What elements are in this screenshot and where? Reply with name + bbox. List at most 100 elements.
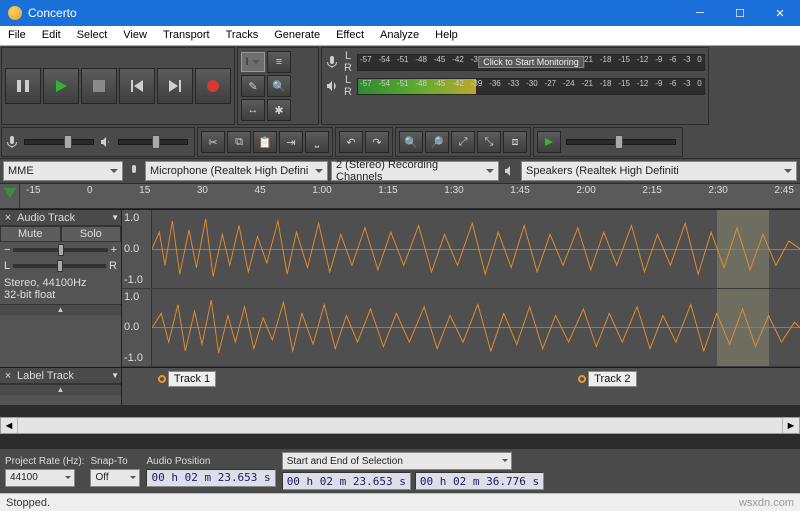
output-device-select[interactable]: Speakers (Realtek High Definiti xyxy=(521,161,797,181)
rec-meter-l-icon: LR xyxy=(340,50,356,74)
mute-button[interactable]: Mute xyxy=(0,226,61,242)
label-pin-icon[interactable] xyxy=(156,370,168,388)
audio-host-select[interactable]: MME xyxy=(3,161,123,181)
audio-position-field[interactable]: 00 h 02 m 23.653 s xyxy=(146,469,275,487)
menu-bar: File Edit Select View Transport Tracks G… xyxy=(0,26,800,46)
menu-select[interactable]: Select xyxy=(69,26,116,45)
menu-help[interactable]: Help xyxy=(427,26,466,45)
menu-transport[interactable]: Transport xyxy=(155,26,218,45)
audio-channel-left[interactable]: 1.00.0-1.0 xyxy=(122,210,800,289)
playback-speed-slider[interactable] xyxy=(566,139,676,145)
scroll-trough[interactable] xyxy=(18,418,782,433)
pinned-play-head-icon[interactable] xyxy=(0,184,20,208)
toolbar-row-1: I ≡ ✎ 🔍 ↔ ✱ LR -57-54-51-48-45-42-39-36-… xyxy=(0,46,800,126)
menu-edit[interactable]: Edit xyxy=(34,26,69,45)
label-text[interactable]: Track 2 xyxy=(588,371,636,387)
horizontal-scrollbar[interactable]: ◄ ► xyxy=(0,417,800,434)
input-device-select[interactable]: Microphone (Realtek High Defini xyxy=(145,161,328,181)
app-icon xyxy=(8,6,22,20)
envelope-tool-icon[interactable]: ≡ xyxy=(267,51,291,73)
draw-tool-icon[interactable]: ✎ xyxy=(241,75,265,97)
label-track-menu-icon[interactable]: ▼ xyxy=(111,371,119,380)
audio-track-body[interactable]: 1.00.0-1.0 1.00.0-1.0 xyxy=(122,210,800,367)
mixer-toolbar xyxy=(1,127,195,157)
timeshift-tool-icon[interactable]: ↔ xyxy=(241,99,265,121)
label-track-collapse-icon[interactable]: ▲ xyxy=(0,384,121,395)
play-at-speed-button[interactable] xyxy=(537,131,561,153)
play-button[interactable] xyxy=(43,68,79,104)
playback-volume-slider[interactable] xyxy=(118,139,188,145)
menu-tracks[interactable]: Tracks xyxy=(218,26,267,45)
stop-button[interactable] xyxy=(81,68,117,104)
scroll-right-icon[interactable]: ► xyxy=(782,418,799,433)
timeline-ruler[interactable]: -1501530451:001:151:301:452:002:152:302:… xyxy=(0,183,800,209)
label-track-body[interactable]: Track 1 Track 2 xyxy=(122,368,800,405)
menu-view[interactable]: View xyxy=(115,26,155,45)
selection-tool-icon[interactable]: I xyxy=(241,52,265,72)
gain-slider[interactable] xyxy=(13,248,107,252)
selection-start-field[interactable]: 00 h 02 m 23.653 s xyxy=(282,472,411,490)
track-collapse-icon[interactable]: ▲ xyxy=(0,304,121,315)
zoom-tool-icon[interactable]: 🔍 xyxy=(267,75,291,97)
label-item[interactable]: Track 2 xyxy=(576,370,636,388)
speaker-meter-icon xyxy=(324,79,340,93)
audio-track-name[interactable]: Audio Track xyxy=(14,212,111,224)
undo-toolbar: ↶ ↷ xyxy=(335,127,393,157)
close-button[interactable]: ✕ xyxy=(760,0,800,26)
waveform-left[interactable] xyxy=(152,210,800,288)
menu-analyze[interactable]: Analyze xyxy=(372,26,427,45)
paste-icon[interactable]: 📋 xyxy=(253,131,277,153)
selection-mode-select[interactable]: Start and End of Selection xyxy=(282,452,512,470)
cut-icon[interactable]: ✂ xyxy=(201,131,225,153)
multi-tool-icon[interactable]: ✱ xyxy=(267,99,291,121)
label-track: × Label Track ▼ ▲ Track 1 Track 2 xyxy=(0,367,800,405)
zoom-out-icon[interactable]: 🔎 xyxy=(425,131,449,153)
snap-to-label: Snap-To xyxy=(90,456,140,467)
zoom-toggle-icon[interactable]: ⧈ xyxy=(503,131,527,153)
label-track-name[interactable]: Label Track xyxy=(14,370,111,382)
playback-meter[interactable]: -57-54-51-48-45-42-39-36-33-30-27-24-21-… xyxy=(357,78,705,95)
label-track-close-icon[interactable]: × xyxy=(2,370,14,382)
zoom-toolbar: 🔍 🔎 ⤢ ⤡ ⧈ xyxy=(395,127,531,157)
copy-icon[interactable]: ⧉ xyxy=(227,131,251,153)
solo-button[interactable]: Solo xyxy=(61,226,122,242)
track-menu-icon[interactable]: ▼ xyxy=(111,213,119,222)
input-device-icon xyxy=(126,164,142,178)
label-text[interactable]: Track 1 xyxy=(168,371,216,387)
pan-slider[interactable] xyxy=(13,264,106,268)
skip-start-button[interactable] xyxy=(119,68,155,104)
menu-file[interactable]: File xyxy=(0,26,34,45)
track-close-icon[interactable]: × xyxy=(2,212,14,224)
label-item[interactable]: Track 1 xyxy=(156,370,216,388)
minimize-button[interactable]: ─ xyxy=(680,0,720,26)
zoom-in-icon[interactable]: 🔍 xyxy=(399,131,423,153)
recording-volume-slider[interactable] xyxy=(24,139,94,145)
transport-toolbar xyxy=(1,47,235,125)
trim-icon[interactable]: ⇥ xyxy=(279,131,303,153)
waveform-right[interactable] xyxy=(152,289,800,367)
recording-meter[interactable]: -57-54-51-48-45-42-39-36-33-30-27-24-21-… xyxy=(357,54,705,71)
redo-icon[interactable]: ↷ xyxy=(365,131,389,153)
scroll-left-icon[interactable]: ◄ xyxy=(1,418,18,433)
silence-icon[interactable]: ⎵ xyxy=(305,131,329,153)
snap-to-select[interactable]: Off xyxy=(90,469,140,487)
gain-minus-icon: − xyxy=(4,244,10,256)
record-button[interactable] xyxy=(195,68,231,104)
project-rate-select[interactable]: 44100 xyxy=(5,469,75,487)
maximize-button[interactable]: ☐ xyxy=(720,0,760,26)
track-area: × Audio Track ▼ Mute Solo − + L R Stereo… xyxy=(0,209,800,448)
label-pin-icon[interactable] xyxy=(576,370,588,388)
menu-generate[interactable]: Generate xyxy=(266,26,328,45)
audio-channel-right[interactable]: 1.00.0-1.0 xyxy=(122,289,800,368)
edit-toolbar: ✂ ⧉ 📋 ⇥ ⎵ xyxy=(197,127,333,157)
audio-track-panel: × Audio Track ▼ Mute Solo − + L R Stereo… xyxy=(0,210,122,367)
skip-end-button[interactable] xyxy=(157,68,193,104)
undo-icon[interactable]: ↶ xyxy=(339,131,363,153)
channels-select[interactable]: 2 (Stereo) Recording Channels xyxy=(331,161,499,181)
selection-end-field[interactable]: 00 h 02 m 36.776 s xyxy=(415,472,544,490)
fit-selection-icon[interactable]: ⤢ xyxy=(451,131,475,153)
fit-project-icon[interactable]: ⤡ xyxy=(477,131,501,153)
pause-button[interactable] xyxy=(5,68,41,104)
window-title: Concerto xyxy=(28,6,680,20)
menu-effect[interactable]: Effect xyxy=(328,26,372,45)
